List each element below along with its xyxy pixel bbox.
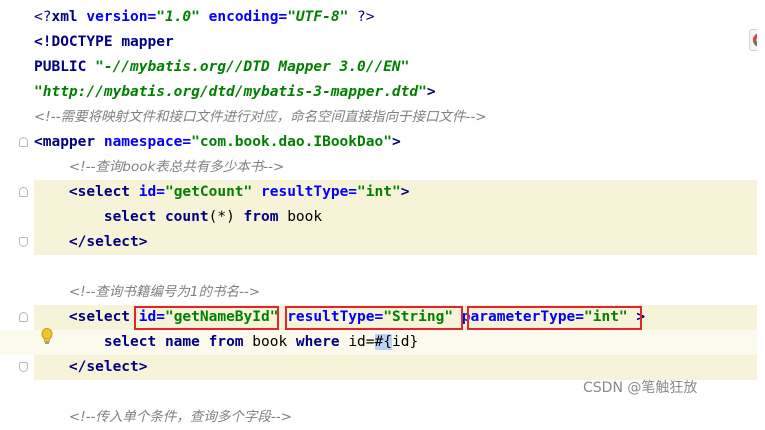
- code-line[interactable]: <?xml version="1.0" encoding="UTF-8" ?>: [0, 5, 765, 30]
- code-token: </select>: [68, 234, 148, 250]
- code-token: where: [295, 334, 349, 350]
- code-line[interactable]: "http://mybatis.org/dtd/mybatis-3-mapper…: [0, 80, 765, 105]
- code-token: </select>: [68, 359, 148, 375]
- code-token: id=: [138, 184, 165, 200]
- code-token: #{: [374, 334, 392, 350]
- code-token: from: [243, 209, 288, 225]
- code-token: "UTF-8": [287, 9, 358, 25]
- code-token: xml: [51, 9, 87, 25]
- code-line[interactable]: <!--需要将映射文件和接口文件进行对应，命名空间直接指向于接口文件-->: [0, 105, 765, 130]
- code-token: >: [391, 134, 401, 150]
- code-token: from: [208, 334, 253, 350]
- code-token: count: [164, 209, 209, 225]
- code-line[interactable]: <select id="getCount" resultType="int">: [0, 180, 765, 205]
- code-line-text: <!DOCTYPE mapper: [34, 30, 174, 55]
- code-token: select: [103, 209, 165, 225]
- code-line-text: <!--查询书籍编号为1的书名-->: [34, 280, 260, 305]
- code-line-text: PUBLIC "-//mybatis.org//DTD Mapper 3.0//…: [34, 55, 409, 80]
- code-token: book: [287, 209, 323, 225]
- code-line[interactable]: PUBLIC "-//mybatis.org//DTD Mapper 3.0//…: [0, 55, 765, 80]
- code-line-text: </select>: [34, 355, 148, 380]
- code-line-text: <?xml version="1.0" encoding="UTF-8" ?>: [34, 5, 375, 30]
- code-token: "com.book.dao.IBookDao": [191, 134, 392, 150]
- code-line[interactable]: <!--传入单个条件，查询多个字段-->: [0, 405, 765, 430]
- code-token: mapper: [121, 34, 174, 50]
- fold-marker-select-2-end[interactable]: [19, 362, 28, 372]
- code-token: resultType=: [261, 184, 358, 200]
- code-line[interactable]: select count(*) from book: [0, 205, 765, 230]
- code-token: <select: [68, 184, 139, 200]
- fold-marker-select-1[interactable]: [19, 187, 28, 197]
- annotation-box-id: [134, 306, 279, 330]
- code-token: "getCount": [164, 184, 261, 200]
- code-token: <!--查询书籍编号为1的书名-->: [68, 284, 261, 300]
- code-line-text: <!--需要将映射文件和接口文件进行对应，命名空间直接指向于接口文件-->: [34, 105, 487, 130]
- code-token: encoding=: [208, 9, 288, 25]
- code-line-text: select name from book where id=#{id}: [34, 330, 418, 355]
- code-token: <?: [34, 9, 52, 25]
- code-token: <!--查询book表总共有多少本书-->: [68, 159, 285, 175]
- code-token: "1.0": [156, 9, 209, 25]
- code-token: id=: [348, 334, 375, 350]
- code-token: select: [103, 334, 165, 350]
- fold-marker-mapper[interactable]: [19, 137, 28, 147]
- code-line-text: <!--传入单个条件，查询多个字段-->: [34, 405, 292, 430]
- code-line[interactable]: <!--查询book表总共有多少本书-->: [0, 155, 765, 180]
- code-line[interactable]: [0, 255, 765, 280]
- code-token: PUBLIC: [34, 59, 96, 75]
- code-line-text: <select id="getCount" resultType="int">: [34, 180, 410, 205]
- code-token: <!--传入单个条件，查询多个字段-->: [68, 409, 292, 425]
- code-line-text: </select>: [34, 230, 148, 255]
- code-line[interactable]: <!--查询书籍编号为1的书名-->: [0, 280, 765, 305]
- code-token: namespace=: [103, 134, 192, 150]
- annotation-box-parametertype: [467, 306, 642, 330]
- code-line-text: "http://mybatis.org/dtd/mybatis-3-mapper…: [34, 80, 436, 105]
- code-token: (*): [208, 209, 244, 225]
- code-token: ?>: [357, 9, 375, 25]
- code-token: book: [252, 334, 296, 350]
- code-token: "-//mybatis.org//DTD Mapper 3.0//EN": [95, 59, 410, 75]
- code-line[interactable]: <mapper namespace="com.book.dao.IBookDao…: [0, 130, 765, 155]
- code-line[interactable]: </select>: [0, 230, 765, 255]
- lightbulb-icon[interactable]: [40, 327, 54, 347]
- code-token: <mapper: [34, 134, 104, 150]
- code-token: name: [164, 334, 209, 350]
- editor-scrollbar[interactable]: [757, 0, 765, 414]
- code-token: <!--需要将映射文件和接口文件进行对应，命名空间直接指向于接口文件-->: [34, 109, 487, 125]
- code-line[interactable]: <!DOCTYPE mapper: [0, 30, 765, 55]
- code-token: >: [426, 84, 436, 100]
- code-line[interactable]: select name from book where id=#{id}: [0, 330, 765, 355]
- fold-marker-select-1-end[interactable]: [19, 237, 28, 247]
- code-token: <!DOCTYPE: [34, 34, 122, 50]
- watermark: CSDN @笔触狂放: [583, 380, 698, 396]
- code-token: id}: [391, 334, 419, 350]
- code-token: "int": [357, 184, 401, 200]
- code-editor[interactable]: <?xml version="1.0" encoding="UTF-8" ?> <…: [0, 0, 765, 425]
- fold-marker-select-2[interactable]: [19, 312, 28, 322]
- code-token: >: [400, 184, 410, 200]
- code-token: "http://mybatis.org/dtd/mybatis-3-mapper…: [34, 84, 427, 100]
- code-line-text: select count(*) from book: [34, 205, 322, 230]
- code-line-text: <mapper namespace="com.book.dao.IBookDao…: [34, 130, 401, 155]
- code-token: version=: [86, 9, 157, 25]
- annotation-box-resulttype: [285, 306, 463, 330]
- code-line-text: <!--查询book表总共有多少本书-->: [34, 155, 284, 180]
- code-token: <select: [68, 309, 139, 325]
